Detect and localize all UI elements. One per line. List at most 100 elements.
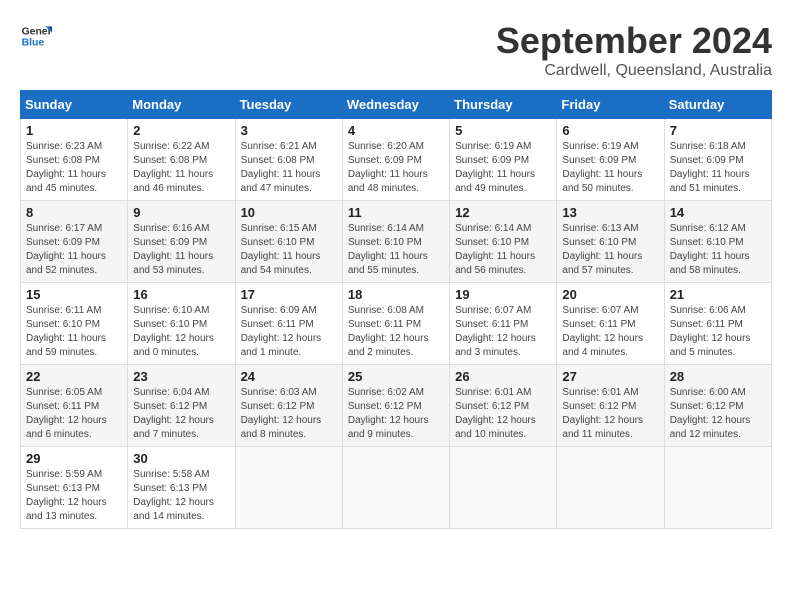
day-info: Sunrise: 6:01 AMSunset: 6:12 PMDaylight:…	[562, 386, 658, 442]
calendar-cell: 10 Sunrise: 6:15 AMSunset: 6:10 PMDayligh…	[235, 201, 342, 283]
calendar-cell: 29Sunrise: 5:59 AMSunset: 6:13 PMDayligh…	[21, 447, 128, 529]
day-info: Sunrise: 6:18 AMSunset: 6:09 PMDaylight:…	[670, 140, 766, 196]
day-number: 27	[562, 369, 658, 384]
day-info: Sunrise: 6:12 AMSunset: 6:10 PMDaylight:…	[670, 222, 766, 278]
day-number: 6	[562, 123, 658, 138]
day-number: 12	[455, 205, 551, 220]
calendar-cell: 11Sunrise: 6:14 AMSunset: 6:10 PMDayligh…	[342, 201, 449, 283]
calendar-week-row: 1 Sunrise: 6:23 AMSunset: 6:08 PMDaylight…	[21, 119, 772, 201]
calendar-cell: 18 Sunrise: 6:08 AMSunset: 6:11 PMDayligh…	[342, 283, 449, 365]
day-info: Sunrise: 6:19 AMSunset: 6:09 PMDaylight:…	[562, 140, 658, 196]
day-info: Sunrise: 6:19 AMSunset: 6:09 PMDaylight:…	[455, 140, 551, 196]
calendar-cell: 1 Sunrise: 6:23 AMSunset: 6:08 PMDaylight…	[21, 119, 128, 201]
calendar-cell: 17 Sunrise: 6:09 AMSunset: 6:11 PMDayligh…	[235, 283, 342, 365]
day-info: Sunrise: 6:23 AMSunset: 6:08 PMDaylight:…	[26, 140, 122, 196]
day-number: 15	[26, 287, 122, 302]
calendar-cell: 28 Sunrise: 6:00 AMSunset: 6:12 PMDayligh…	[664, 365, 771, 447]
day-number: 28	[670, 369, 766, 384]
svg-text:Blue: Blue	[22, 38, 45, 49]
weekday-header-sunday: Sunday	[21, 91, 128, 119]
calendar-cell: 24 Sunrise: 6:03 AMSunset: 6:12 PMDayligh…	[235, 365, 342, 447]
weekday-header-monday: Monday	[128, 91, 235, 119]
calendar-week-row: 29Sunrise: 5:59 AMSunset: 6:13 PMDayligh…	[21, 447, 772, 529]
day-number: 1	[26, 123, 122, 138]
day-number: 22	[26, 369, 122, 384]
day-info: Sunrise: 6:07 AMSunset: 6:11 PMDaylight:…	[455, 304, 551, 360]
day-info: Sunrise: 6:04 AMSunset: 6:12 PMDaylight:…	[133, 386, 229, 442]
day-number: 14	[670, 205, 766, 220]
logo: General Blue	[20, 20, 52, 52]
day-number: 24	[241, 369, 337, 384]
calendar-cell: 25Sunrise: 6:02 AMSunset: 6:12 PMDayligh…	[342, 365, 449, 447]
day-info: Sunrise: 6:14 AMSunset: 6:10 PMDaylight:…	[455, 222, 551, 278]
day-info: Sunrise: 6:15 AMSunset: 6:10 PMDaylight:…	[241, 222, 337, 278]
calendar-cell: 12 Sunrise: 6:14 AMSunset: 6:10 PMDayligh…	[450, 201, 557, 283]
calendar-cell: 16 Sunrise: 6:10 AMSunset: 6:10 PMDayligh…	[128, 283, 235, 365]
title-area: September 2024 Cardwell, Queensland, Aus…	[496, 20, 772, 80]
month-title: September 2024	[496, 20, 772, 62]
calendar-cell: 30Sunrise: 5:58 AMSunset: 6:13 PMDayligh…	[128, 447, 235, 529]
day-number: 16	[133, 287, 229, 302]
calendar-cell: 23 Sunrise: 6:04 AMSunset: 6:12 PMDayligh…	[128, 365, 235, 447]
day-number: 3	[241, 123, 337, 138]
day-info: Sunrise: 6:17 AMSunset: 6:09 PMDaylight:…	[26, 222, 122, 278]
day-info: Sunrise: 6:06 AMSunset: 6:11 PMDaylight:…	[670, 304, 766, 360]
day-info: Sunrise: 6:16 AMSunset: 6:09 PMDaylight:…	[133, 222, 229, 278]
day-info: Sunrise: 6:03 AMSunset: 6:12 PMDaylight:…	[241, 386, 337, 442]
calendar-cell: 6 Sunrise: 6:19 AMSunset: 6:09 PMDaylight…	[557, 119, 664, 201]
weekday-header-row: SundayMondayTuesdayWednesdayThursdayFrid…	[21, 91, 772, 119]
day-number: 23	[133, 369, 229, 384]
day-number: 17	[241, 287, 337, 302]
day-info: Sunrise: 6:00 AMSunset: 6:12 PMDaylight:…	[670, 386, 766, 442]
calendar-cell: 7 Sunrise: 6:18 AMSunset: 6:09 PMDaylight…	[664, 119, 771, 201]
day-info: Sunrise: 6:20 AMSunset: 6:09 PMDaylight:…	[348, 140, 444, 196]
calendar-cell: 3 Sunrise: 6:21 AMSunset: 6:08 PMDaylight…	[235, 119, 342, 201]
logo-icon: General Blue	[20, 20, 52, 52]
day-info: Sunrise: 6:13 AMSunset: 6:10 PMDaylight:…	[562, 222, 658, 278]
day-number: 8	[26, 205, 122, 220]
day-info: Sunrise: 6:07 AMSunset: 6:11 PMDaylight:…	[562, 304, 658, 360]
location-title: Cardwell, Queensland, Australia	[496, 62, 772, 80]
day-info: Sunrise: 6:22 AMSunset: 6:08 PMDaylight:…	[133, 140, 229, 196]
calendar-cell: 21 Sunrise: 6:06 AMSunset: 6:11 PMDayligh…	[664, 283, 771, 365]
day-number: 21	[670, 287, 766, 302]
calendar-cell: 14 Sunrise: 6:12 AMSunset: 6:10 PMDayligh…	[664, 201, 771, 283]
weekday-header-tuesday: Tuesday	[235, 91, 342, 119]
calendar-cell	[557, 447, 664, 529]
day-info: Sunrise: 6:01 AMSunset: 6:12 PMDaylight:…	[455, 386, 551, 442]
calendar-cell: 19 Sunrise: 6:07 AMSunset: 6:11 PMDayligh…	[450, 283, 557, 365]
day-info: Sunrise: 6:05 AMSunset: 6:11 PMDaylight:…	[26, 386, 122, 442]
day-info: Sunrise: 6:08 AMSunset: 6:11 PMDaylight:…	[348, 304, 444, 360]
day-number: 10	[241, 205, 337, 220]
day-number: 19	[455, 287, 551, 302]
day-number: 13	[562, 205, 658, 220]
day-number: 9	[133, 205, 229, 220]
day-number: 26	[455, 369, 551, 384]
day-info: Sunrise: 6:09 AMSunset: 6:11 PMDaylight:…	[241, 304, 337, 360]
day-info: Sunrise: 5:58 AMSunset: 6:13 PMDaylight:…	[133, 468, 229, 524]
day-info: Sunrise: 6:02 AMSunset: 6:12 PMDaylight:…	[348, 386, 444, 442]
day-number: 7	[670, 123, 766, 138]
calendar-cell: 4 Sunrise: 6:20 AMSunset: 6:09 PMDaylight…	[342, 119, 449, 201]
calendar-cell	[664, 447, 771, 529]
page-header: General Blue September 2024 Cardwell, Qu…	[20, 20, 772, 80]
calendar-cell: 5 Sunrise: 6:19 AMSunset: 6:09 PMDaylight…	[450, 119, 557, 201]
day-info: Sunrise: 6:14 AMSunset: 6:10 PMDaylight:…	[348, 222, 444, 278]
calendar-week-row: 22 Sunrise: 6:05 AMSunset: 6:11 PMDayligh…	[21, 365, 772, 447]
calendar-cell	[235, 447, 342, 529]
day-info: Sunrise: 5:59 AMSunset: 6:13 PMDaylight:…	[26, 468, 122, 524]
calendar-cell: 15Sunrise: 6:11 AMSunset: 6:10 PMDayligh…	[21, 283, 128, 365]
day-number: 4	[348, 123, 444, 138]
weekday-header-saturday: Saturday	[664, 91, 771, 119]
calendar-cell	[342, 447, 449, 529]
day-number: 5	[455, 123, 551, 138]
weekday-header-thursday: Thursday	[450, 91, 557, 119]
calendar-week-row: 8 Sunrise: 6:17 AMSunset: 6:09 PMDaylight…	[21, 201, 772, 283]
day-info: Sunrise: 6:10 AMSunset: 6:10 PMDaylight:…	[133, 304, 229, 360]
weekday-header-friday: Friday	[557, 91, 664, 119]
calendar-cell: 26 Sunrise: 6:01 AMSunset: 6:12 PMDayligh…	[450, 365, 557, 447]
calendar-cell	[450, 447, 557, 529]
calendar-cell: 8 Sunrise: 6:17 AMSunset: 6:09 PMDaylight…	[21, 201, 128, 283]
day-number: 18	[348, 287, 444, 302]
day-info: Sunrise: 6:21 AMSunset: 6:08 PMDaylight:…	[241, 140, 337, 196]
